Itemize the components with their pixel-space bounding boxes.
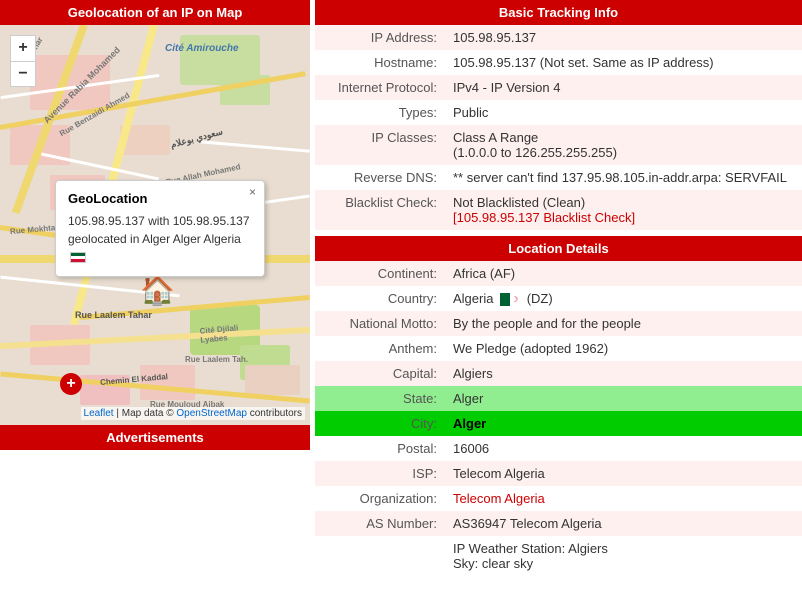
city-row: City: Alger	[315, 411, 802, 436]
table-row: Reverse DNS: ** server can't find 137.95…	[315, 165, 802, 190]
map-label-rue6: Rue Laalem Tah.	[185, 355, 248, 364]
org-label: Organization:	[315, 486, 445, 511]
basic-tracking-header: Basic Tracking Info	[315, 0, 802, 25]
types-label: Types:	[315, 100, 445, 125]
isp-value: Telecom Algeria	[445, 461, 802, 486]
table-row: IP Weather Station: Algiers Sky: clear s…	[315, 536, 802, 576]
table-row: National Motto: By the people and for th…	[315, 311, 802, 336]
table-row: IP Classes: Class A Range (1.0.0.0 to 12…	[315, 125, 802, 165]
postal-value: 16006	[445, 436, 802, 461]
isp-label: ISP:	[315, 461, 445, 486]
rdns-label: Reverse DNS:	[315, 165, 445, 190]
protocol-label: Internet Protocol:	[315, 75, 445, 100]
zoom-controls: + −	[10, 35, 36, 87]
table-row: Blacklist Check: Not Blacklisted (Clean)…	[315, 190, 802, 230]
capital-label: Capital:	[315, 361, 445, 386]
country-label: Country:	[315, 286, 445, 311]
table-row: IP Address: 105.98.95.137	[315, 25, 802, 50]
motto-label: National Motto:	[315, 311, 445, 336]
city-label: City:	[315, 411, 445, 436]
blacklist-label: Blacklist Check:	[315, 190, 445, 230]
table-row: Organization: Telecom Algeria	[315, 486, 802, 511]
rdns-value: ** server can't find 137.95.98.105.in-ad…	[445, 165, 802, 190]
popup-close-button[interactable]: ×	[249, 185, 256, 199]
table-row: Country: Algeria ☽ (DZ)	[315, 286, 802, 311]
ip-value: 105.98.95.137	[445, 25, 802, 50]
table-row: ISP: Telecom Algeria	[315, 461, 802, 486]
ads-header: Advertisements	[0, 425, 310, 450]
table-row: Types: Public	[315, 100, 802, 125]
map-area: Cité Amirouche Avenue Rabia Mohamed Rue …	[0, 25, 310, 425]
ip-classes-label: IP Classes:	[315, 125, 445, 165]
map-label-cite2: Cité DjilaliLyabes	[199, 323, 239, 344]
state-row: State: Alger	[315, 386, 802, 411]
add-location-button[interactable]: +	[60, 373, 82, 395]
as-value: AS36947 Telecom Algeria	[445, 511, 802, 536]
table-row: Internet Protocol: IPv4 - IP Version 4	[315, 75, 802, 100]
table-row: Hostname: 105.98.95.137 (Not set. Same a…	[315, 50, 802, 75]
weather-value: IP Weather Station: Algiers Sky: clear s…	[445, 536, 802, 576]
blacklist-link[interactable]: [105.98.95.137 Blacklist Check]	[453, 210, 635, 225]
osm-link[interactable]: OpenStreetMap	[176, 408, 247, 419]
country-value: Algeria ☽ (DZ)	[445, 286, 802, 311]
postal-label: Postal:	[315, 436, 445, 461]
zoom-in-button[interactable]: +	[10, 35, 36, 61]
leaflet-link[interactable]: Leaflet	[84, 408, 114, 419]
types-value: Public	[445, 100, 802, 125]
location-details-header: Location Details	[315, 236, 802, 261]
location-table: Continent: Africa (AF) Country: Algeria …	[315, 261, 802, 576]
org-value: Telecom Algeria	[445, 486, 802, 511]
protocol-value: IPv4 - IP Version 4	[445, 75, 802, 100]
continent-value: Africa (AF)	[445, 261, 802, 286]
basic-tracking-table: IP Address: 105.98.95.137 Hostname: 105.…	[315, 25, 802, 230]
hostname-value: 105.98.95.137 (Not set. Same as IP addre…	[445, 50, 802, 75]
ip-label: IP Address:	[315, 25, 445, 50]
popup-title: GeoLocation	[68, 191, 252, 206]
zoom-out-button[interactable]: −	[10, 61, 36, 87]
hostname-label: Hostname:	[315, 50, 445, 75]
anthem-value: We Pledge (adopted 1962)	[445, 336, 802, 361]
table-row: Anthem: We Pledge (adopted 1962)	[315, 336, 802, 361]
capital-value: Algiers	[445, 361, 802, 386]
ip-classes-value: Class A Range (1.0.0.0 to 126.255.255.25…	[445, 125, 802, 165]
popup-flag	[70, 252, 86, 263]
table-row: Capital: Algiers	[315, 361, 802, 386]
as-label: AS Number:	[315, 511, 445, 536]
home-marker: 🏠	[140, 277, 175, 305]
blacklist-value: Not Blacklisted (Clean) [105.98.95.137 B…	[445, 190, 802, 230]
continent-label: Continent:	[315, 261, 445, 286]
table-row: AS Number: AS36947 Telecom Algeria	[315, 511, 802, 536]
motto-value: By the people and for the people	[445, 311, 802, 336]
country-flag: ☽	[500, 293, 520, 306]
map-attribution: Leaflet | Map data © OpenStreetMap contr…	[81, 407, 305, 420]
popup-text: 105.98.95.137 with 105.98.95.137 geoloca…	[68, 212, 252, 266]
map-label-cite: Cité Amirouche	[165, 43, 239, 54]
city-value: Alger	[445, 411, 802, 436]
state-label: State:	[315, 386, 445, 411]
map-label-rue5: Rue Laalem Tahar	[75, 310, 152, 320]
geo-popup: GeoLocation × 105.98.95.137 with 105.98.…	[55, 180, 265, 277]
table-row: Continent: Africa (AF)	[315, 261, 802, 286]
map-header: Geolocation of an IP on Map	[0, 0, 310, 25]
state-value: Alger	[445, 386, 802, 411]
weather-label	[315, 536, 445, 576]
anthem-label: Anthem:	[315, 336, 445, 361]
table-row: Postal: 16006	[315, 436, 802, 461]
